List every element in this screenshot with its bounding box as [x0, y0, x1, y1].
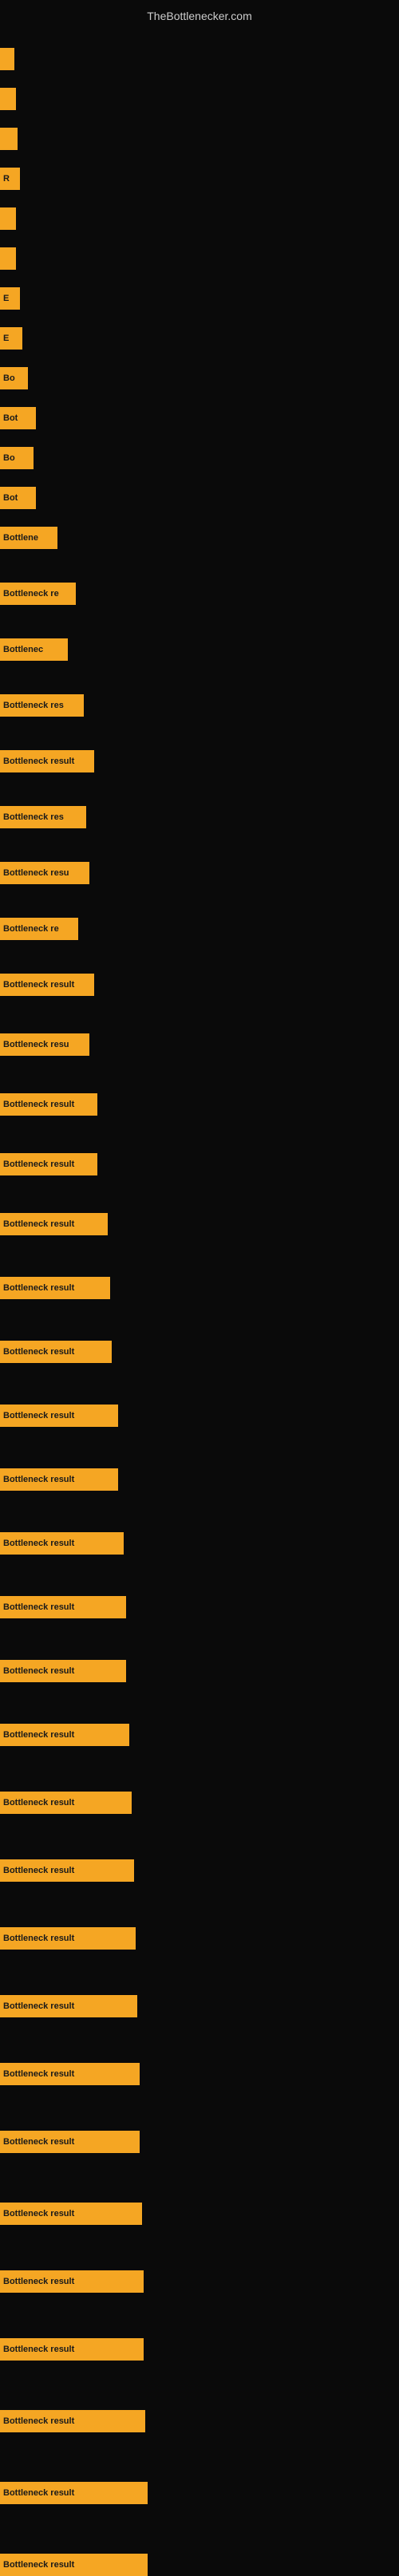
bar-item: Bottleneck result: [0, 1660, 126, 1682]
bar-label: Bottleneck resu: [3, 868, 69, 878]
bar-item: Bottleneck re: [0, 918, 78, 940]
bar-item: Bottleneck result: [0, 1405, 118, 1427]
bar-item: R: [0, 168, 20, 190]
bar-item: Bottleneck result: [0, 974, 94, 996]
bar-item: Bottleneck result: [0, 1213, 108, 1235]
bar-label: Bottleneck result: [3, 1798, 74, 1808]
bar-item: Bottleneck result: [0, 2554, 148, 2576]
bar-label: Bottleneck result: [3, 2069, 74, 2079]
bar-item: Bottleneck result: [0, 750, 94, 772]
bar-label: Bottleneck result: [3, 2345, 74, 2354]
bar-item: Bottleneck result: [0, 1093, 97, 1116]
bar-item: E: [0, 287, 20, 310]
bar-label: Bot: [3, 413, 18, 423]
bar-label: Bottleneck result: [3, 1160, 74, 1169]
bar-label: Bottleneck result: [3, 1866, 74, 1875]
bar-label: Bottleneck re: [3, 589, 59, 599]
bar-item: Bottleneck res: [0, 694, 84, 717]
bar-item: Bottleneck result: [0, 1927, 136, 1950]
bar-label: Bottleneck result: [3, 757, 74, 766]
bar-label: R: [3, 174, 10, 184]
bar-item: [0, 207, 16, 230]
bar-item: Bot: [0, 487, 36, 509]
bar-label: Bo: [3, 373, 15, 383]
bar-label: Bot: [3, 493, 18, 503]
bar-item: Bottleneck result: [0, 1995, 137, 2017]
bar-label: Bottleneck result: [3, 1730, 74, 1740]
bar-label: Bottleneck re: [3, 924, 59, 934]
bar-item: Bottleneck resu: [0, 1033, 89, 1056]
bar-item: Bottlene: [0, 527, 57, 549]
bar-label: Bottleneck result: [3, 1283, 74, 1293]
bar-label: Bottleneck result: [3, 2488, 74, 2498]
bar-label: Bottleneck result: [3, 1539, 74, 1548]
bar-item: Bottleneck result: [0, 2131, 140, 2153]
site-title: TheBottlenecker.com: [0, 3, 399, 29]
bar-item: Bottleneck re: [0, 583, 76, 605]
bar-item: Bot: [0, 407, 36, 429]
bar-item: E: [0, 327, 22, 350]
bar-item: Bottleneck result: [0, 2063, 140, 2085]
bar-item: Bottleneck res: [0, 806, 86, 828]
bar-label: Bottleneck resu: [3, 1040, 69, 1049]
bar-item: Bottleneck result: [0, 2482, 148, 2504]
bar-item: Bottleneck result: [0, 2338, 144, 2361]
bar-item: Bottlenec: [0, 638, 68, 661]
bar-label: Bottleneck result: [3, 2001, 74, 2011]
bar-label: Bottleneck result: [3, 2277, 74, 2286]
bar-label: E: [3, 334, 9, 343]
bar-label: Bottleneck res: [3, 812, 64, 822]
bar-item: [0, 48, 14, 70]
bar-item: Bottleneck result: [0, 1277, 110, 1299]
bar-label: Bottleneck result: [3, 1475, 74, 1484]
bar-item: Bottleneck result: [0, 1468, 118, 1491]
bar-label: Bottleneck result: [3, 1347, 74, 1357]
bar-label: Bottleneck result: [3, 2137, 74, 2147]
bar-label: Bottleneck result: [3, 1666, 74, 1676]
bar-label: Bottleneck res: [3, 701, 64, 710]
bar-item: Bottleneck result: [0, 2270, 144, 2293]
bar-label: Bottleneck result: [3, 2416, 74, 2426]
bar-item: Bo: [0, 447, 34, 469]
bar-item: Bottleneck result: [0, 1532, 124, 1555]
bar-label: Bottleneck result: [3, 980, 74, 990]
bar-label: Bottleneck result: [3, 2560, 74, 2570]
bar-item: Bo: [0, 367, 28, 389]
bar-label: Bottleneck result: [3, 2209, 74, 2218]
bar-label: Bottleneck result: [3, 1100, 74, 1109]
bar-label: E: [3, 294, 9, 303]
bar-item: Bottleneck result: [0, 2203, 142, 2225]
bar-item: Bottleneck result: [0, 2410, 145, 2432]
bar-label: Bottleneck result: [3, 1219, 74, 1229]
bar-item: Bottleneck result: [0, 1792, 132, 1814]
bar-item: Bottleneck result: [0, 1341, 112, 1363]
bar-label: Bottleneck result: [3, 1934, 74, 1943]
bar-label: Bottleneck result: [3, 1411, 74, 1420]
bar-item: [0, 247, 16, 270]
bar-item: Bottleneck resu: [0, 862, 89, 884]
bar-item: [0, 88, 16, 110]
bar-label: Bottlenec: [3, 645, 43, 654]
bar-label: Bottlene: [3, 533, 38, 543]
bar-item: [0, 128, 18, 150]
bar-item: Bottleneck result: [0, 1724, 129, 1746]
bar-item: Bottleneck result: [0, 1859, 134, 1882]
bar-label: Bottleneck result: [3, 1602, 74, 1612]
bar-label: Bo: [3, 453, 15, 463]
bar-item: Bottleneck result: [0, 1153, 97, 1175]
bar-item: Bottleneck result: [0, 1596, 126, 1618]
